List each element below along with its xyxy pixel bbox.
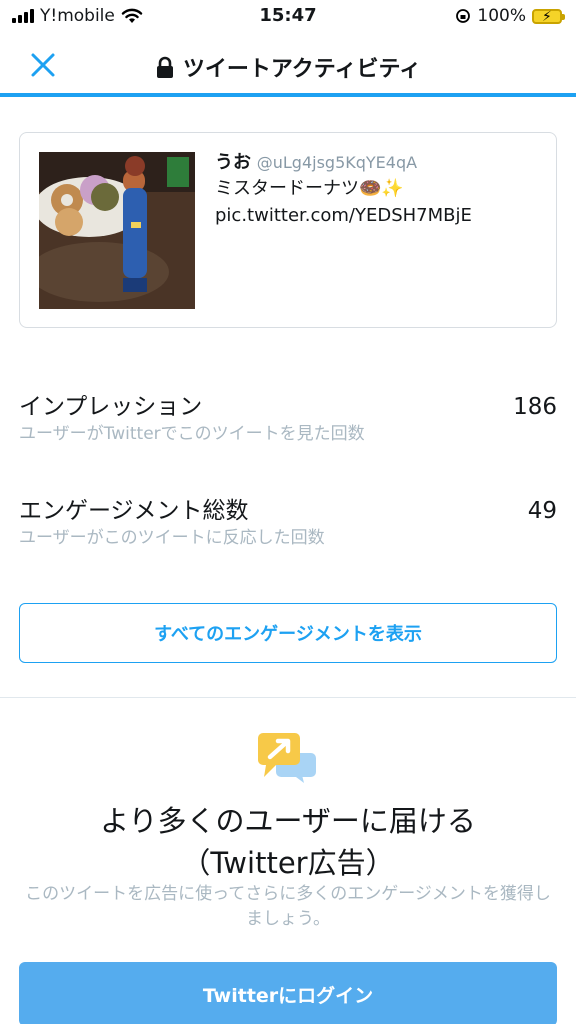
twitter-login-button[interactable]: Twitterにログイン xyxy=(19,962,557,1024)
metric-impressions: インプレッション ユーザーがTwitterでこのツイートを見た回数 186 xyxy=(19,392,557,446)
metric-description: ユーザーがTwitterでこのツイートを見た回数 xyxy=(19,424,365,444)
status-bar: Y!mobile 15:47 100% ⚡ xyxy=(0,0,576,34)
promo-title: より多くのユーザーに届ける （Twitter広告） xyxy=(0,800,576,884)
section-divider xyxy=(0,697,576,698)
metric-label: インプレッション xyxy=(19,394,203,420)
tweet-text: ミスタードーナツ🍩✨ xyxy=(215,178,404,199)
tweet-header: うお @uLg4jsg5KqYE4qA xyxy=(215,151,545,175)
promo-description: このツイートを広告に使ってさらに多くのエンゲージメントを獲得しましょう。 xyxy=(25,884,551,929)
page-title: ツイートアクティビティ xyxy=(0,51,576,83)
promo-title-line2: （Twitter広告） xyxy=(181,846,395,880)
tweet-media-image[interactable] xyxy=(39,152,195,309)
battery-icon: ⚡ xyxy=(532,8,565,25)
promo-title-line1: より多くのユーザーに届ける xyxy=(100,804,476,838)
nav-bar: ツイートアクティビティ xyxy=(0,34,576,97)
metric-label: エンゲージメント総数 xyxy=(19,498,249,524)
orientation-lock-icon xyxy=(456,9,471,23)
promote-icon xyxy=(258,733,316,783)
tweet-author-handle: @uLg4jsg5KqYE4qA xyxy=(256,153,418,172)
metric-value: 49 xyxy=(527,498,557,524)
battery-percent: 100% xyxy=(477,6,526,26)
metric-engagements: エンゲージメント総数 ユーザーがこのツイートに反応した回数 49 xyxy=(19,496,557,550)
tweet-link[interactable]: pic.twitter.com/YEDSH7MBjE xyxy=(215,202,545,229)
metric-value: 186 xyxy=(513,394,557,420)
lock-icon xyxy=(156,56,173,78)
tweet-body: うお @uLg4jsg5KqYE4qA ミスタードーナツ🍩✨ pic.twitt… xyxy=(215,151,545,229)
tweet-author-name: うお xyxy=(215,152,251,173)
page-title-text: ツイートアクティビティ xyxy=(182,57,422,82)
view-all-engagements-button[interactable]: すべてのエンゲージメントを表示 xyxy=(19,603,557,663)
metric-description: ユーザーがこのツイートに反応した回数 xyxy=(19,528,325,548)
status-right: 100% ⚡ xyxy=(455,6,565,26)
tweet-card[interactable]: うお @uLg4jsg5KqYE4qA ミスタードーナツ🍩✨ pic.twitt… xyxy=(19,132,557,328)
